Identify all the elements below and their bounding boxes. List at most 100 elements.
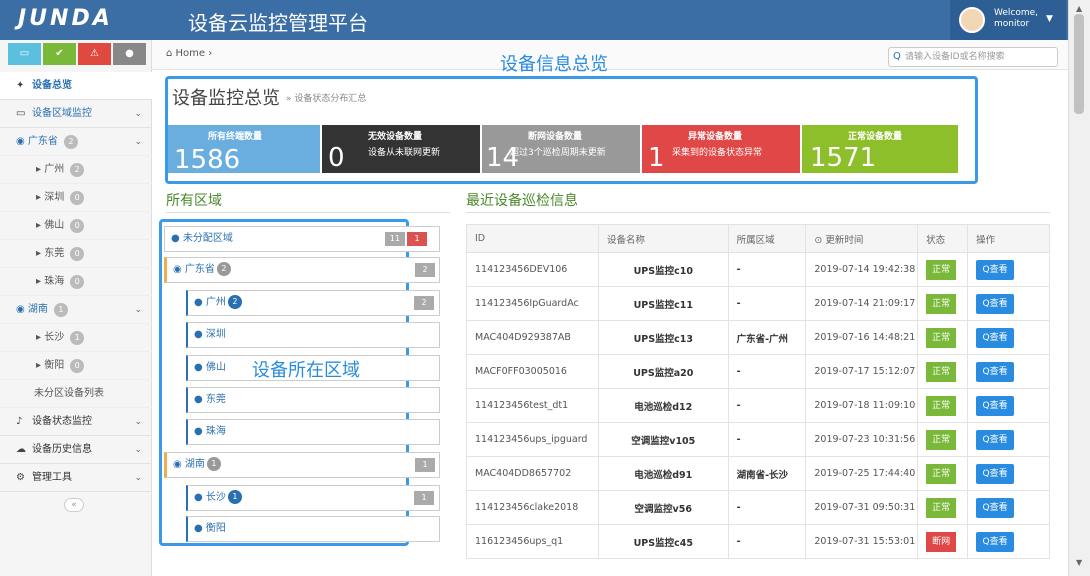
col-area-header: 所属区域 <box>727 224 807 253</box>
region-guangdong[interactable]: ◉ 广东省 2 2 <box>164 257 440 283</box>
nav-device-overview[interactable]: ✦ 设备总览 <box>0 72 152 100</box>
region-label: 珠海 <box>205 426 226 437</box>
nav-hunan[interactable]: ◉ 湖南 1 ⌄ <box>0 296 152 324</box>
nav-admin-tools[interactable]: ⚙ 管理工具 ⌄ <box>0 464 152 492</box>
nav-label: 佛山 <box>44 220 65 231</box>
top-bar: JUNDA 设备云监控管理平台 Welcome, monitor ▼ <box>0 0 1090 40</box>
table-row: 114123456clake2018 空调监控v56-2019-07-31 09:… <box>466 490 1050 525</box>
region-badge: 1 <box>206 457 221 471</box>
update-time: 2019-07-25 17:44:40 <box>805 456 919 491</box>
nav-label: 深圳 <box>44 192 65 203</box>
nav-guangzhou[interactable]: ▸ 广州 2 <box>0 156 152 184</box>
scroll-down-icon[interactable]: ▼ <box>1076 558 1082 567</box>
view-button[interactable]: Q查看 <box>976 531 1015 552</box>
nav-label: 衡阳 <box>44 360 65 371</box>
stat-value: 0 <box>328 143 345 173</box>
device-area: - <box>727 354 807 389</box>
scroll-up-icon[interactable]: ▲ <box>1076 4 1082 13</box>
view-button[interactable]: Q查看 <box>976 395 1015 416</box>
region-zhuhai[interactable]: ● 珠海 <box>186 419 440 445</box>
view-button[interactable]: Q查看 <box>976 361 1015 382</box>
region-shenzhen[interactable]: ● 深圳 <box>186 322 440 348</box>
device-search-input[interactable]: Q 请输入设备ID或名称搜索 <box>888 47 1058 67</box>
status-badge: 正常 <box>926 293 957 314</box>
update-time: 2019-07-17 15:12:07 <box>805 354 919 389</box>
region-alert-tag: 1 <box>407 232 427 246</box>
action-cell: Q查看 <box>967 320 1050 355</box>
region-count-tag: 11 <box>385 232 405 246</box>
status-badge: 正常 <box>926 429 957 450</box>
region-changsha[interactable]: ● 长沙 1 1 <box>186 485 440 511</box>
collapse-sidebar-icon[interactable]: « <box>64 498 84 512</box>
view-button[interactable]: Q查看 <box>976 463 1015 484</box>
status-cell: 断网 <box>917 524 969 559</box>
nav-region-monitor[interactable]: ▭ 设备区域监控 ⌄ <box>0 100 152 128</box>
welcome-label: Welcome, <box>994 8 1039 18</box>
count-badge: 0 <box>70 247 85 261</box>
nav-shenzhen[interactable]: ▸ 深圳 0 <box>0 184 152 212</box>
status-cell: 正常 <box>917 388 969 423</box>
nav-unassigned-list[interactable]: 未分区设备列表 <box>0 380 152 408</box>
nav-zhuhai[interactable]: ▸ 珠海 0 <box>0 268 152 296</box>
device-id: MAC404DD8657702 <box>466 456 599 491</box>
device-area: - <box>727 524 807 559</box>
stat-normal[interactable]: 正常设备数量 1571 <box>802 125 958 173</box>
brand-logo: JUNDA <box>18 6 113 31</box>
monitor-shortcut-button[interactable]: ▭ <box>8 43 41 65</box>
user-menu[interactable]: Welcome, monitor ▼ <box>950 0 1066 40</box>
stat-invalid[interactable]: 无效设备数量 设备从未联网更新 0 <box>322 125 480 173</box>
caret-down-icon[interactable]: ▼ <box>1046 14 1053 24</box>
region-hengyang[interactable]: ● 衡阳 <box>186 516 440 542</box>
status-badge: 正常 <box>926 497 957 518</box>
nav-foshan[interactable]: ▸ 佛山 0 <box>0 212 152 240</box>
action-cell: Q查看 <box>967 354 1050 389</box>
region-label: 广州 <box>205 297 226 308</box>
nav-status-monitor[interactable]: ♪ 设备状态监控 ⌄ <box>0 408 152 436</box>
region-badge: 1 <box>227 490 242 504</box>
view-button[interactable]: Q查看 <box>976 497 1015 518</box>
username: monitor <box>994 19 1030 29</box>
check-shortcut-button[interactable]: ✔ <box>43 43 76 65</box>
eye-icon: ◉ <box>173 459 185 470</box>
search-placeholder: 请输入设备ID或名称搜索 <box>905 52 1005 62</box>
stat-offline[interactable]: 断网设备数量 超过3个巡检周期未更新 14 <box>482 125 640 173</box>
device-id: 114123456IpGuardAc <box>466 286 599 321</box>
nav-changsha[interactable]: ▸ 长沙 1 <box>0 324 152 352</box>
device-name: UPS监控c13 <box>597 320 729 355</box>
view-button[interactable]: Q查看 <box>976 293 1015 314</box>
region-dongguan[interactable]: ● 东莞 <box>186 387 440 413</box>
action-cell: Q查看 <box>967 456 1050 491</box>
chevron-down-icon: ⌄ <box>134 305 142 315</box>
status-cell: 正常 <box>917 422 969 457</box>
stat-label: 异常设备数量 <box>688 132 743 142</box>
nav-hengyang[interactable]: ▸ 衡阳 0 <box>0 352 152 380</box>
scroll-thumb[interactable] <box>1074 14 1084 114</box>
info-shortcut-button[interactable]: ● <box>113 43 146 65</box>
page-scrollbar[interactable]: ▲ ▼ <box>1068 0 1090 576</box>
status-badge: 正常 <box>926 463 957 484</box>
region-unassigned[interactable]: ● 未分配区域 11 1 <box>164 226 440 252</box>
col-action-header: 操作 <box>967 224 1050 253</box>
device-area: - <box>727 286 807 321</box>
nav-guangdong[interactable]: ◉ 广东省 2 ⌄ <box>0 128 152 156</box>
nav-dongguan[interactable]: ▸ 东莞 0 <box>0 240 152 268</box>
view-button[interactable]: Q查看 <box>976 327 1015 348</box>
alarm-shortcut-button[interactable]: ⚠ <box>78 43 111 65</box>
col-status-header: 状态 <box>917 224 969 253</box>
annotation-overview: 设备信息总览 <box>500 54 608 75</box>
breadcrumb-home[interactable]: ⌂ Home › <box>166 48 212 59</box>
count-badge: 2 <box>63 135 78 149</box>
count-badge: 2 <box>70 163 85 177</box>
view-button[interactable]: Q查看 <box>976 429 1015 450</box>
view-button[interactable]: Q查看 <box>976 259 1015 280</box>
sidebar: ▭ ✔ ⚠ ● ✦ 设备总览 ▭ 设备区域监控 ⌄ ◉ 广东省 2 ⌄ ▸ 广州 2 ▸ 深… <box>0 40 152 576</box>
nav-history[interactable]: ☁ 设备历史信息 ⌄ <box>0 436 152 464</box>
stat-total[interactable]: 所有终端数量 1586 <box>168 125 320 173</box>
status-cell: 正常 <box>917 354 969 389</box>
status-cell: 正常 <box>917 490 969 525</box>
region-guangzhou[interactable]: ● 广州 2 2 <box>186 290 440 316</box>
stat-abnormal[interactable]: 异常设备数量 采集到的设备状态异常 1 <box>642 125 800 173</box>
device-name: UPS监控c10 <box>597 252 729 287</box>
device-id: MACF0FF03005016 <box>466 354 599 389</box>
region-hunan[interactable]: ◉ 湖南 1 1 <box>164 452 440 478</box>
